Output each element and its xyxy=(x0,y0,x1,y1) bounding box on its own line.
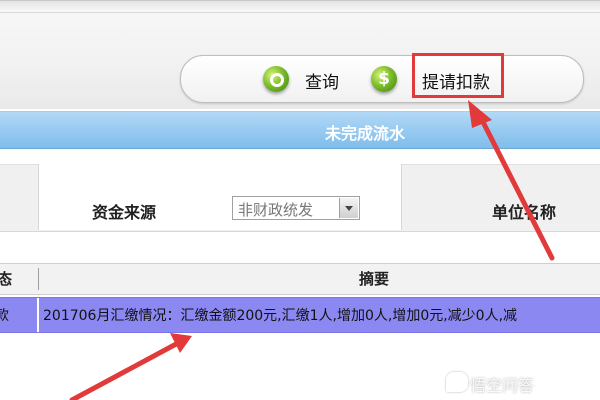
row-status-cell: 款 xyxy=(0,308,9,324)
watermark-text: 悟空问答 xyxy=(470,376,535,395)
annotation-arrow-down xyxy=(69,333,192,400)
fund-source-label: 资金来源 xyxy=(92,203,157,222)
cell-divider xyxy=(37,298,39,332)
search-icon[interactable] xyxy=(263,66,289,92)
dollar-icon[interactable]: $ xyxy=(371,66,397,92)
column-header-status[interactable]: 态 xyxy=(0,268,12,289)
grid-header xyxy=(0,263,600,295)
unit-name-label: 单位名称 xyxy=(492,203,557,222)
annotation-highlight-box xyxy=(412,53,504,98)
row-summary-cell: 201706月汇缴情况：汇缴金额200元,汇缴1人,增加0人,增加0元,减少0人… xyxy=(43,308,518,324)
query-button[interactable]: 查询 xyxy=(305,68,339,93)
panel-title-bar: 未完成流水 xyxy=(0,111,600,149)
top-divider xyxy=(0,12,600,13)
watermark-logo xyxy=(446,372,468,392)
panel-title: 未完成流水 xyxy=(325,124,406,143)
column-divider xyxy=(38,268,39,290)
chevron-down-icon[interactable] xyxy=(339,198,358,218)
fund-source-value: 非财政统发 xyxy=(238,201,314,219)
fund-source-select[interactable]: 非财政统发 xyxy=(232,196,360,220)
column-header-summary[interactable]: 摘要 xyxy=(359,268,389,289)
